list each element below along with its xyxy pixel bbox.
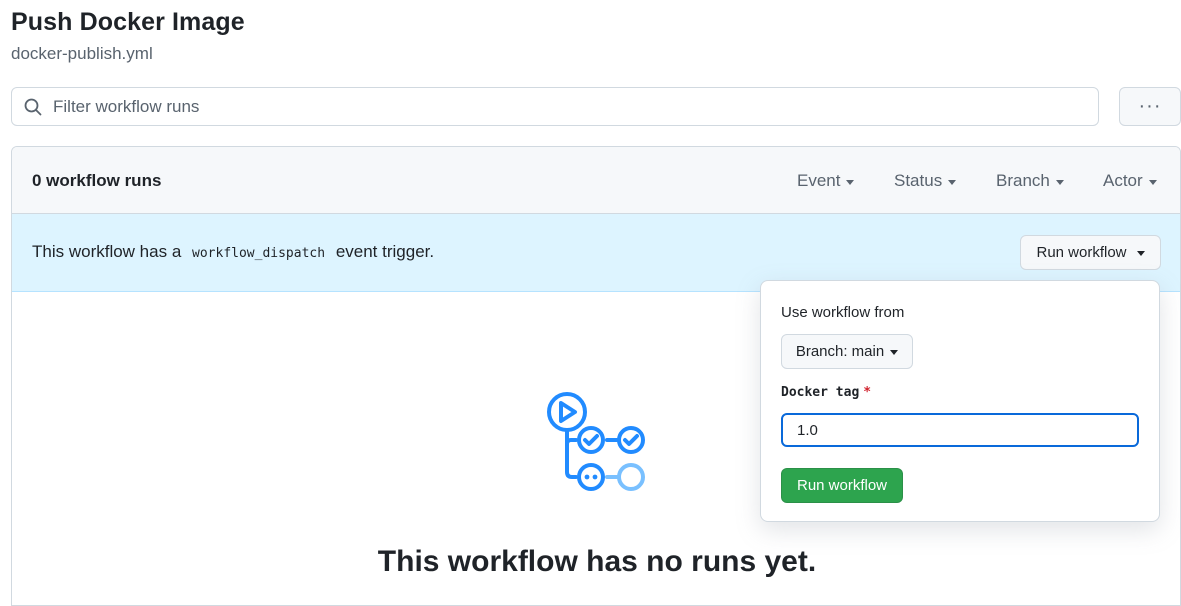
docker-tag-input[interactable] [781, 413, 1139, 447]
use-workflow-from-label: Use workflow from [781, 304, 905, 321]
filter-workflow-runs[interactable] [11, 87, 1099, 126]
status-filter-dropdown[interactable]: Status [894, 171, 957, 191]
caret-down-icon [1055, 179, 1064, 185]
branch-select-button[interactable]: Branch: main [781, 334, 913, 369]
more-options-button[interactable]: ··· [1119, 87, 1181, 126]
submit-label: Run workflow [796, 477, 888, 494]
run-workflow-submit-button[interactable]: Run workflow [781, 468, 903, 503]
search-icon [23, 97, 43, 117]
caret-down-icon [846, 179, 855, 185]
dispatch-text-after: event trigger. [335, 242, 435, 261]
event-filter-dropdown[interactable]: Event [797, 171, 855, 191]
dispatch-event-code: workflow_dispatch [192, 246, 326, 261]
run-workflow-label: Run workflow [1036, 244, 1127, 261]
docker-tag-label: Docker tag * [781, 385, 871, 400]
caret-down-icon [948, 179, 957, 185]
workflow-file-name[interactable]: docker-publish.yml [11, 44, 153, 64]
dispatch-text-before: This workflow has a [32, 242, 182, 261]
actor-filter-label: Actor [1103, 171, 1143, 190]
page-title: Push Docker Image [11, 8, 245, 36]
run-workflow-popover: Use workflow from Branch: main Docker ta… [760, 280, 1160, 522]
empty-state-title: This workflow has no runs yet. [377, 545, 817, 578]
run-workflow-dropdown-button[interactable]: Run workflow [1020, 235, 1161, 270]
branch-select-label: Branch: main [795, 343, 885, 360]
runs-header: 0 workflow runs Event Status Branch Acto… [12, 147, 1180, 214]
event-filter-label: Event [797, 171, 841, 190]
actor-filter-dropdown[interactable]: Actor [1103, 171, 1157, 191]
status-filter-label: Status [894, 171, 943, 190]
branch-filter-label: Branch [996, 171, 1050, 190]
kebab-horizontal-icon: ··· [1138, 95, 1162, 117]
workflow-icon [547, 392, 645, 491]
filter-input[interactable] [53, 88, 1098, 125]
caret-down-icon [1136, 251, 1145, 256]
caret-down-icon [1148, 179, 1157, 185]
caret-down-icon [890, 350, 899, 355]
required-mark: * [863, 385, 872, 400]
dispatch-message: This workflow has a workflow_dispatch ev… [32, 242, 434, 262]
runs-count: 0 workflow runs [32, 171, 162, 190]
docker-tag-label-text: Docker tag [781, 385, 860, 400]
branch-filter-dropdown[interactable]: Branch [996, 171, 1064, 191]
